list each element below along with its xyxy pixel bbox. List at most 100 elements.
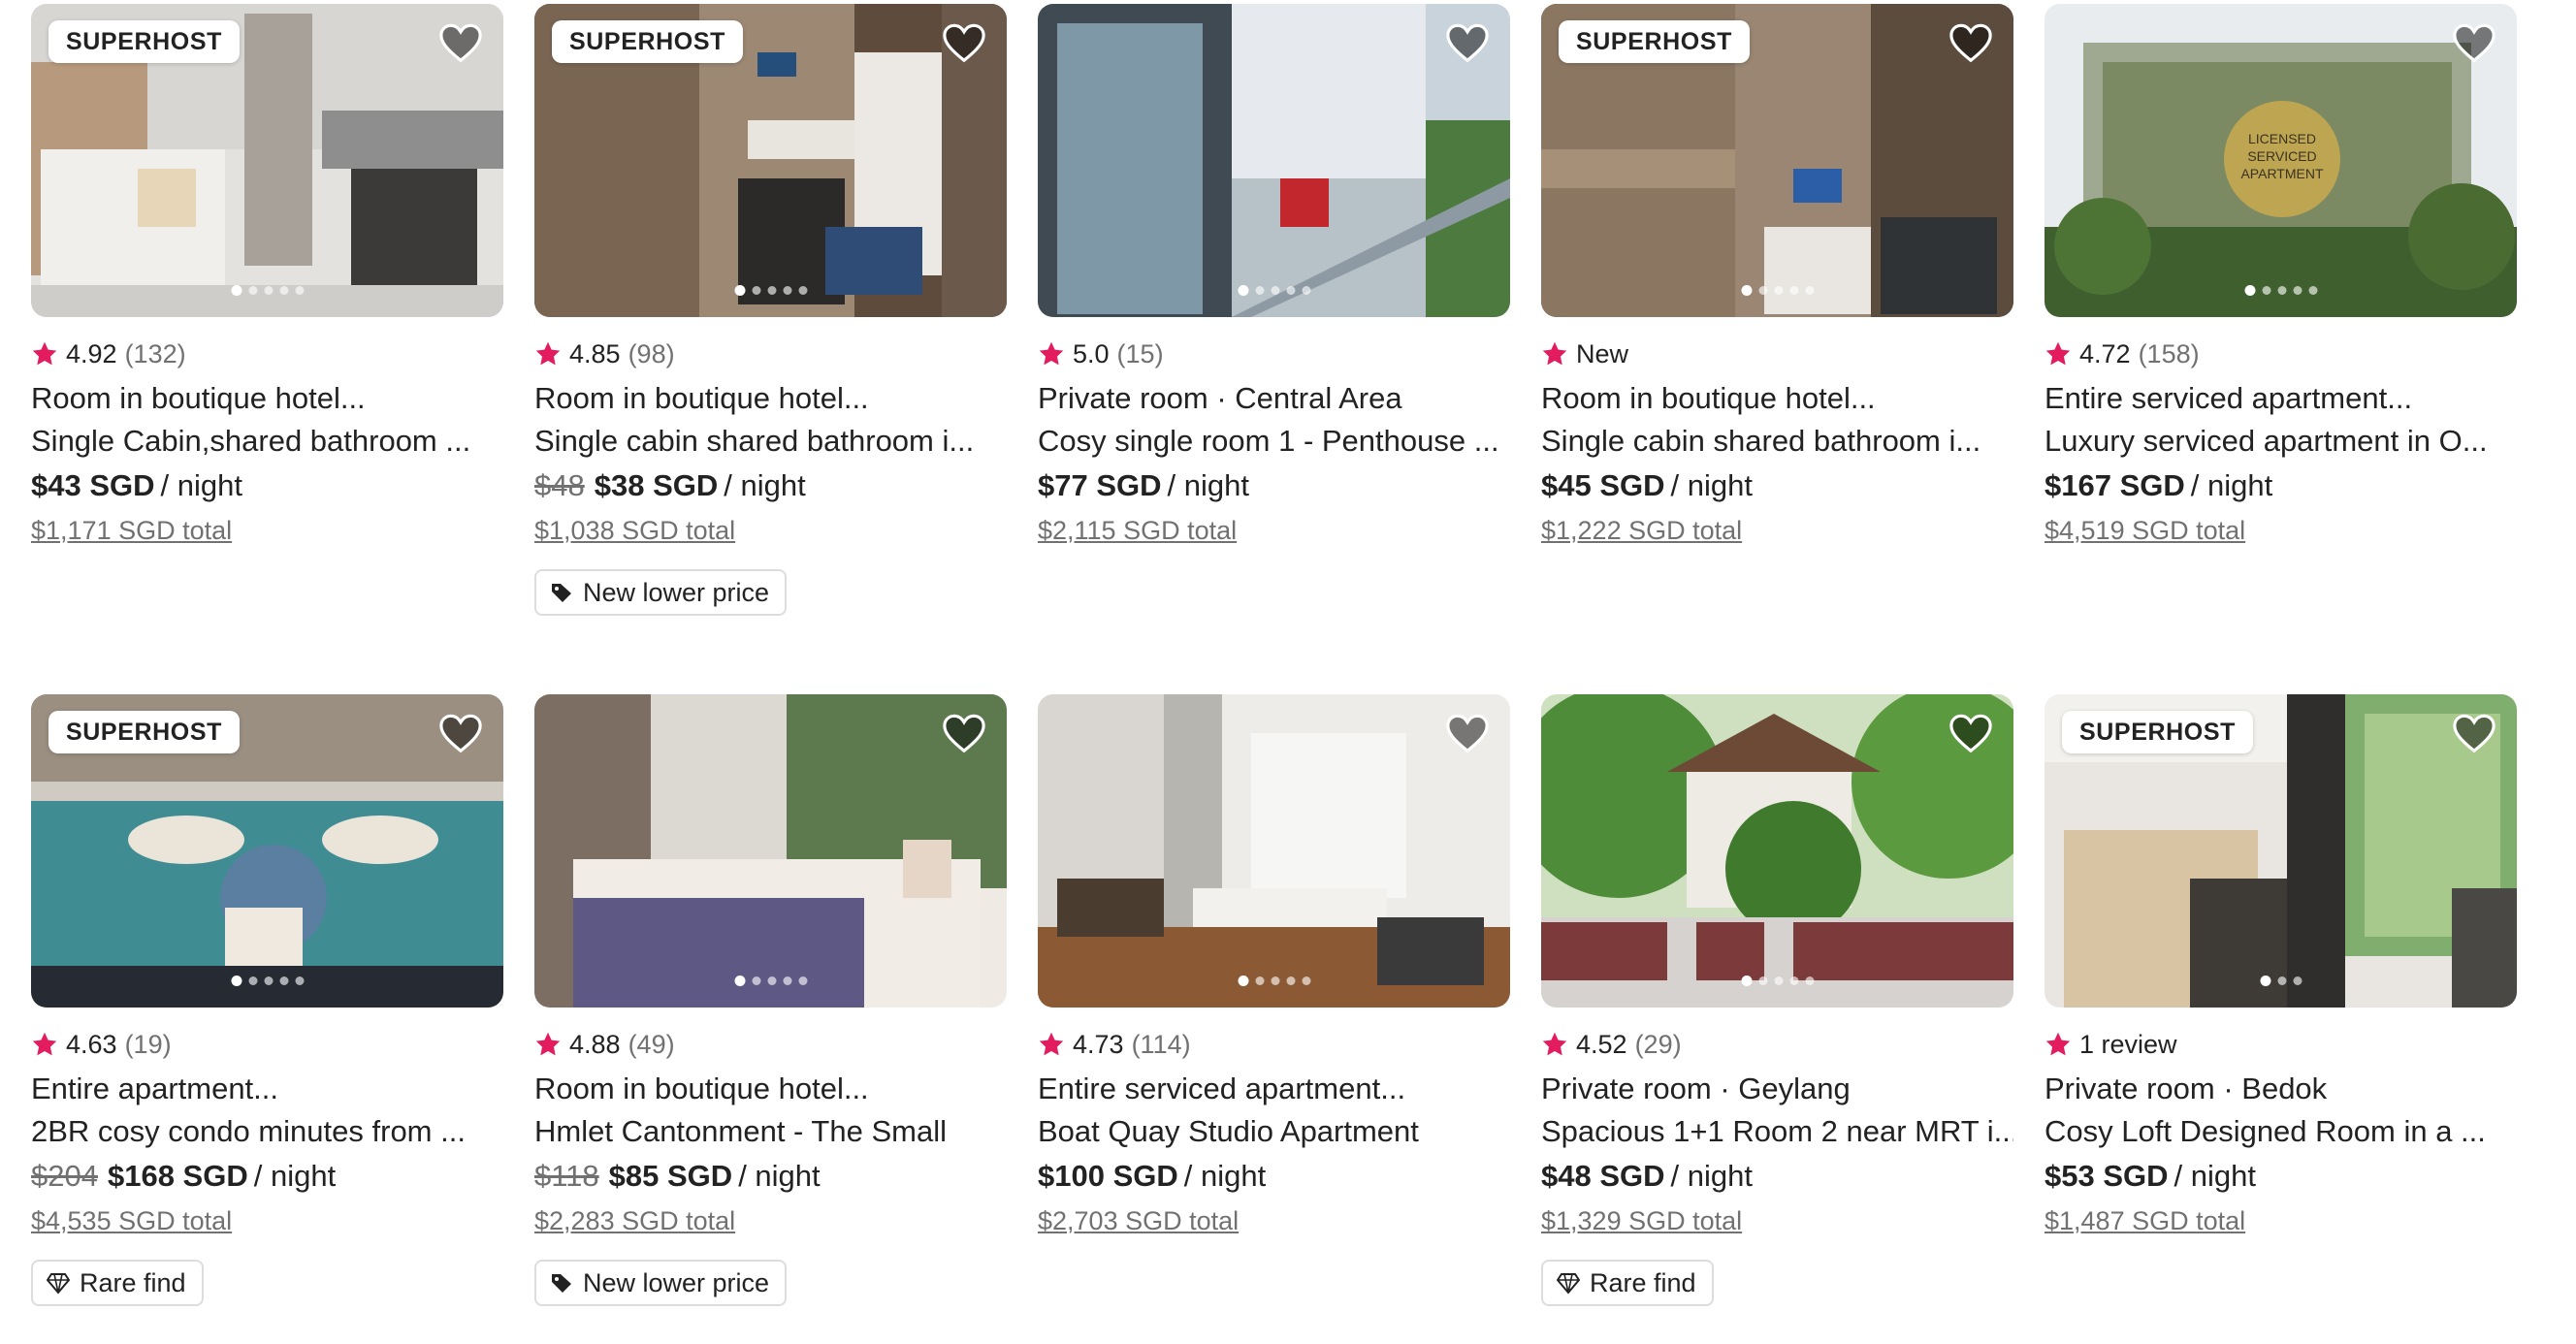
carousel-dots[interactable] xyxy=(1741,976,1814,986)
carousel-dots[interactable] xyxy=(1238,976,1310,986)
heart-icon[interactable] xyxy=(1948,21,1994,66)
listing-card[interactable]: 4.52 (29) Private room · Geylang Spaciou… xyxy=(1541,694,2013,1325)
seal-text-line: LICENSED xyxy=(2248,131,2316,146)
heart-icon[interactable] xyxy=(2451,21,2497,66)
listing-card[interactable]: LICENSED SERVICED APARTMENT 4.72 (158) E… xyxy=(2045,4,2517,694)
listing-title: Room in boutique hotel... xyxy=(534,381,869,415)
listing-card[interactable]: SUPERHOST 1 review Private room · Bedok … xyxy=(2045,694,2517,1325)
listing-photo[interactable] xyxy=(534,694,1007,1008)
listing-title: Entire serviced apartment... xyxy=(1038,1072,1406,1105)
carousel-dots[interactable] xyxy=(734,285,807,296)
rating-value: 4.88 xyxy=(569,1030,621,1059)
total-price-link[interactable]: $1,038 SGD total xyxy=(534,509,1007,552)
carousel-dots[interactable] xyxy=(734,976,807,986)
total-price-link[interactable]: $1,171 SGD total xyxy=(31,509,503,552)
star-icon xyxy=(2045,1032,2071,1056)
rating-value: 5.0 xyxy=(1073,339,1110,368)
total-price-link[interactable]: $1,329 SGD total xyxy=(1541,1200,2013,1242)
total-price-link[interactable]: $2,283 SGD total xyxy=(534,1200,1007,1242)
listing-card[interactable]: SUPERHOST 4.92 (132) Room in boutique ho… xyxy=(31,4,503,694)
rating-value: 4.63 xyxy=(66,1030,117,1059)
price-line: $43 SGD / night xyxy=(31,463,503,509)
heart-icon[interactable] xyxy=(941,712,987,756)
listing-subtitle: Single cabin shared bathroom i... xyxy=(1541,424,1981,458)
star-icon xyxy=(1039,1032,1064,1056)
per-night: / night xyxy=(1183,1159,1267,1193)
listing-card[interactable]: 5.0 (15) Private room · Central Area Cos… xyxy=(1038,4,1510,694)
per-night: / night xyxy=(724,468,806,502)
heart-icon[interactable] xyxy=(1948,712,1994,756)
price-line: $118 $85 SGD / night xyxy=(534,1153,1007,1200)
listing-title: Private room · Central Area xyxy=(1038,381,1402,415)
listing-photo[interactable] xyxy=(1541,694,2013,1008)
heart-icon[interactable] xyxy=(1444,21,1491,66)
listing-photo[interactable]: SUPERHOST xyxy=(31,694,503,1008)
star-icon xyxy=(535,1032,561,1056)
total-price-link[interactable]: $1,487 SGD total xyxy=(2045,1200,2517,1242)
listing-subtitle: Cosy single room 1 - Penthouse ... xyxy=(1038,424,1499,458)
heart-icon[interactable] xyxy=(941,21,987,66)
listing-title: Room in boutique hotel... xyxy=(534,1072,869,1105)
rating-row: 4.88 (49) xyxy=(534,1027,1007,1062)
star-icon xyxy=(1542,341,1567,366)
carousel-dots[interactable] xyxy=(231,285,304,296)
per-night: / night xyxy=(1670,468,1753,502)
rating-row: 5.0 (15) xyxy=(1038,336,1510,371)
listing-card[interactable]: 4.73 (114) Entire serviced apartment... … xyxy=(1038,694,1510,1325)
listing-subtitle: Single cabin shared bathroom i... xyxy=(534,424,975,458)
total-price-link[interactable]: $4,519 SGD total xyxy=(2045,509,2517,552)
listing-card[interactable]: SUPERHOST 4.63 (19) Entire apartment... … xyxy=(31,694,503,1325)
rating-row: 1 review xyxy=(2045,1027,2517,1062)
total-price-link[interactable]: $2,115 SGD total xyxy=(1038,509,1510,552)
per-night: / night xyxy=(253,1159,337,1193)
carousel-dots[interactable] xyxy=(2244,285,2317,296)
photo-apartment-building: LICENSED SERVICED APARTMENT xyxy=(2045,4,2517,317)
star-icon xyxy=(2045,341,2071,366)
carousel-dots[interactable] xyxy=(231,976,304,986)
listing-card[interactable]: SUPERHOST New Room in boutique hotel... … xyxy=(1541,4,2013,694)
heart-icon[interactable] xyxy=(1444,712,1491,756)
rating-row: 4.52 (29) xyxy=(1541,1027,2013,1062)
heart-icon[interactable] xyxy=(2451,712,2497,756)
carousel-dots[interactable] xyxy=(1741,285,1814,296)
listings-grid: SUPERHOST 4.92 (132) Room in boutique ho… xyxy=(31,4,2517,1325)
review-count: (114) xyxy=(1131,1030,1191,1059)
listing-photo[interactable] xyxy=(1038,4,1510,317)
listing-subtitle: Boat Quay Studio Apartment xyxy=(1038,1114,1419,1148)
price-line: $77 SGD / night xyxy=(1038,463,1510,509)
listing-card[interactable]: SUPERHOST 4.85 (98) Room in boutique hot… xyxy=(534,4,1007,694)
star-icon xyxy=(1542,1032,1567,1056)
diamond-icon xyxy=(1557,1273,1580,1295)
total-price-link[interactable]: $1,222 SGD total xyxy=(1541,509,2013,552)
price-line: $48 $38 SGD / night xyxy=(534,463,1007,509)
price-tag-icon xyxy=(552,1274,571,1293)
heart-icon[interactable] xyxy=(437,712,484,756)
price: $100 SGD xyxy=(1038,1159,1178,1193)
rare-find-tag: Rare find xyxy=(1541,1260,1714,1306)
per-night: / night xyxy=(1167,468,1249,502)
listing-photo[interactable]: SUPERHOST xyxy=(534,4,1007,317)
price: $38 SGD xyxy=(594,468,719,502)
listing-photo[interactable]: LICENSED SERVICED APARTMENT xyxy=(2045,4,2517,317)
listing-photo[interactable]: SUPERHOST xyxy=(31,4,503,317)
superhost-badge: SUPERHOST xyxy=(1559,20,1750,63)
listing-subtitle: Single Cabin,shared bathroom ... xyxy=(31,424,471,458)
diamond-icon xyxy=(47,1273,70,1295)
listing-title: Entire serviced apartment... xyxy=(2045,381,2413,415)
total-price-link[interactable]: $4,535 SGD total xyxy=(31,1200,503,1242)
listing-title: Room in boutique hotel... xyxy=(1541,381,1876,415)
review-count: (29) xyxy=(1634,1030,1682,1059)
total-price-link[interactable]: $2,703 SGD total xyxy=(1038,1200,1510,1242)
listing-photo[interactable] xyxy=(1038,694,1510,1008)
listing-photo[interactable]: SUPERHOST xyxy=(2045,694,2517,1008)
photo-balcony-view xyxy=(1038,4,1510,317)
listing-photo[interactable]: SUPERHOST xyxy=(1541,4,2013,317)
rating-value: 4.73 xyxy=(1073,1030,1124,1059)
heart-icon[interactable] xyxy=(437,21,484,66)
original-price: $118 xyxy=(534,1159,599,1193)
listing-card[interactable]: 4.88 (49) Room in boutique hotel... Hmle… xyxy=(534,694,1007,1325)
rating-value: New xyxy=(1576,339,1629,368)
carousel-dots[interactable] xyxy=(2260,976,2302,986)
carousel-dots[interactable] xyxy=(1238,285,1310,296)
new-lower-price-tag: New lower price xyxy=(534,1260,788,1306)
